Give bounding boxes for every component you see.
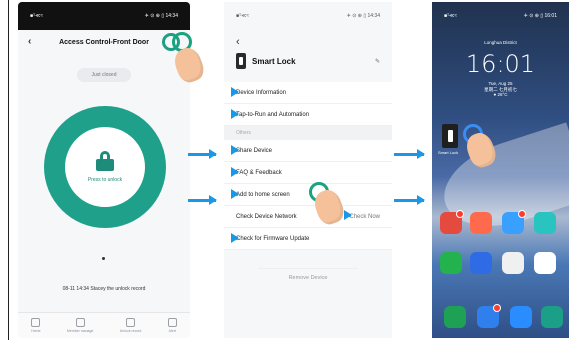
- dock-camera-icon[interactable]: [541, 306, 563, 328]
- chevron-right-icon: ›: [231, 87, 239, 97]
- tab-member-manage[interactable]: Member manage: [67, 318, 93, 333]
- chevron-right-icon: ›: [231, 167, 239, 177]
- padlock-icon: [96, 151, 114, 171]
- press-to-unlock-label: Press to unlock: [87, 177, 123, 183]
- flow-arrow-1: [188, 149, 217, 159]
- settings-menu: Device Information › Tap-to-Run and Autom…: [224, 82, 392, 250]
- unlock-record-text: 08-11 14:34 Stacey the unlock record: [62, 286, 146, 292]
- app-icon-1[interactable]: [440, 210, 464, 234]
- status-bar: ■ᵀ≪≈ ✈ ⊙ ⊕ ▯ 16:01: [432, 2, 569, 30]
- dock-messages-icon[interactable]: [477, 304, 501, 328]
- status-right: ✈ ⊙ ⊕ ▯ 14:34: [144, 13, 178, 19]
- bottom-tab-bar: Home Member manage Unlock record Alert: [18, 312, 190, 338]
- unlock-button[interactable]: Press to unlock: [44, 106, 166, 228]
- status-left: ■ᵀ≪≈: [30, 13, 44, 19]
- date-line-3: ● 26°C: [493, 92, 508, 98]
- chevron-right-icon: ›: [231, 145, 239, 155]
- app-icon-4[interactable]: [534, 212, 556, 234]
- chevron-right-icon: ›: [344, 209, 353, 220]
- menu-firmware-update[interactable]: Check for Firmware Update ›: [224, 228, 392, 250]
- status-bar: ■ᵀ≪≈ ✈ ⊙ ⊕ ▯ 14:34: [18, 2, 190, 30]
- lock-status-badge: Just closed: [77, 68, 131, 82]
- back-arrow-icon[interactable]: ‹: [28, 36, 31, 47]
- menu-faq-feedback[interactable]: FAQ & Feedback ›: [224, 162, 392, 184]
- page-title: Access Control-Front Door: [59, 38, 149, 46]
- clock-time: 16:01: [465, 50, 536, 78]
- location-label: Longhua District: [484, 40, 517, 45]
- status-left: ■ᵀ≪≈: [236, 13, 250, 19]
- smart-lock-device-icon: [236, 53, 246, 69]
- back-arrow-icon[interactable]: ‹: [224, 30, 392, 48]
- tab-home[interactable]: Home: [31, 318, 41, 333]
- alert-icon: [167, 318, 177, 327]
- section-label: Others: [224, 126, 392, 140]
- menu-share-device[interactable]: Share Device ›: [224, 140, 392, 162]
- status-bar: ■ᵀ≪≈ ✈ ⊙ ⊕ ▯ 14:34: [224, 2, 392, 30]
- status-left: ■ᵀ≪≈: [444, 13, 458, 19]
- page-header: ‹ Access Control-Front Door: [18, 30, 190, 54]
- dock-phone-icon[interactable]: [444, 306, 466, 328]
- app-icon-2[interactable]: [470, 212, 492, 234]
- status-right: ✈ ⊙ ⊕ ▯ 14:34: [346, 13, 380, 19]
- flow-arrow-2: [188, 195, 217, 205]
- phone-access-control: ■ᵀ≪≈ ✈ ⊙ ⊕ ▯ 14:34 ‹ Access Control-Fron…: [18, 2, 190, 338]
- menu-add-home[interactable]: Add to home screen ›: [224, 184, 392, 206]
- flow-arrow-4: [394, 195, 425, 205]
- flow-arrow-3: [394, 149, 425, 159]
- members-icon: [75, 318, 85, 327]
- device-title-row: Smart Lock ✎: [224, 48, 392, 74]
- smart-lock-shortcut-label: Smart Lock: [438, 150, 459, 155]
- phone-device-settings: ■ᵀ≪≈ ✈ ⊙ ⊕ ▯ 14:34 ‹ Smart Lock ✎ Device…: [224, 2, 392, 338]
- status-right: ✈ ⊙ ⊕ ▯ 16:01: [523, 13, 557, 19]
- tab-alert[interactable]: Alert: [167, 318, 177, 333]
- dock-browser-icon[interactable]: [510, 306, 532, 328]
- record-icon: [126, 318, 136, 327]
- app-icon-3[interactable]: [502, 210, 526, 234]
- app-icon-5[interactable]: [440, 252, 462, 274]
- app-icon-7[interactable]: [502, 252, 524, 274]
- home-icon: [31, 318, 41, 327]
- page-indicator-dot: [102, 257, 105, 260]
- tutorial-screenshot: ■ᵀ≪≈ ✈ ⊙ ⊕ ▯ 14:34 ‹ Access Control-Fron…: [0, 0, 569, 340]
- unlock-button-inner[interactable]: Press to unlock: [65, 127, 145, 207]
- smart-lock-shortcut-icon[interactable]: [442, 124, 458, 148]
- menu-check-network[interactable]: Check Device Network Check Now ›: [224, 206, 392, 228]
- device-name: Smart Lock: [252, 56, 296, 66]
- menu-device-information[interactable]: Device Information ›: [224, 82, 392, 104]
- phone-home-screen: ■ᵀ≪≈ ✈ ⊙ ⊕ ▯ 16:01 Longhua District 16:0…: [432, 2, 569, 338]
- chevron-right-icon: ›: [231, 189, 239, 199]
- date-info: Tue, Aug 25 星期二 七月初七 ● 26°C: [432, 81, 569, 98]
- chevron-right-icon: ›: [231, 109, 239, 119]
- menu-tap-to-run[interactable]: Tap-to-Run and Automation ›: [224, 104, 392, 126]
- app-icon-6[interactable]: [470, 252, 492, 274]
- chevron-right-icon: ›: [231, 233, 239, 243]
- left-border-line: [8, 0, 9, 340]
- remove-device-button[interactable]: Remove Device: [258, 268, 358, 286]
- edit-icon[interactable]: ✎: [375, 58, 380, 65]
- app-icon-8[interactable]: [534, 252, 556, 274]
- tab-unlock-record[interactable]: Unlock record: [120, 318, 141, 333]
